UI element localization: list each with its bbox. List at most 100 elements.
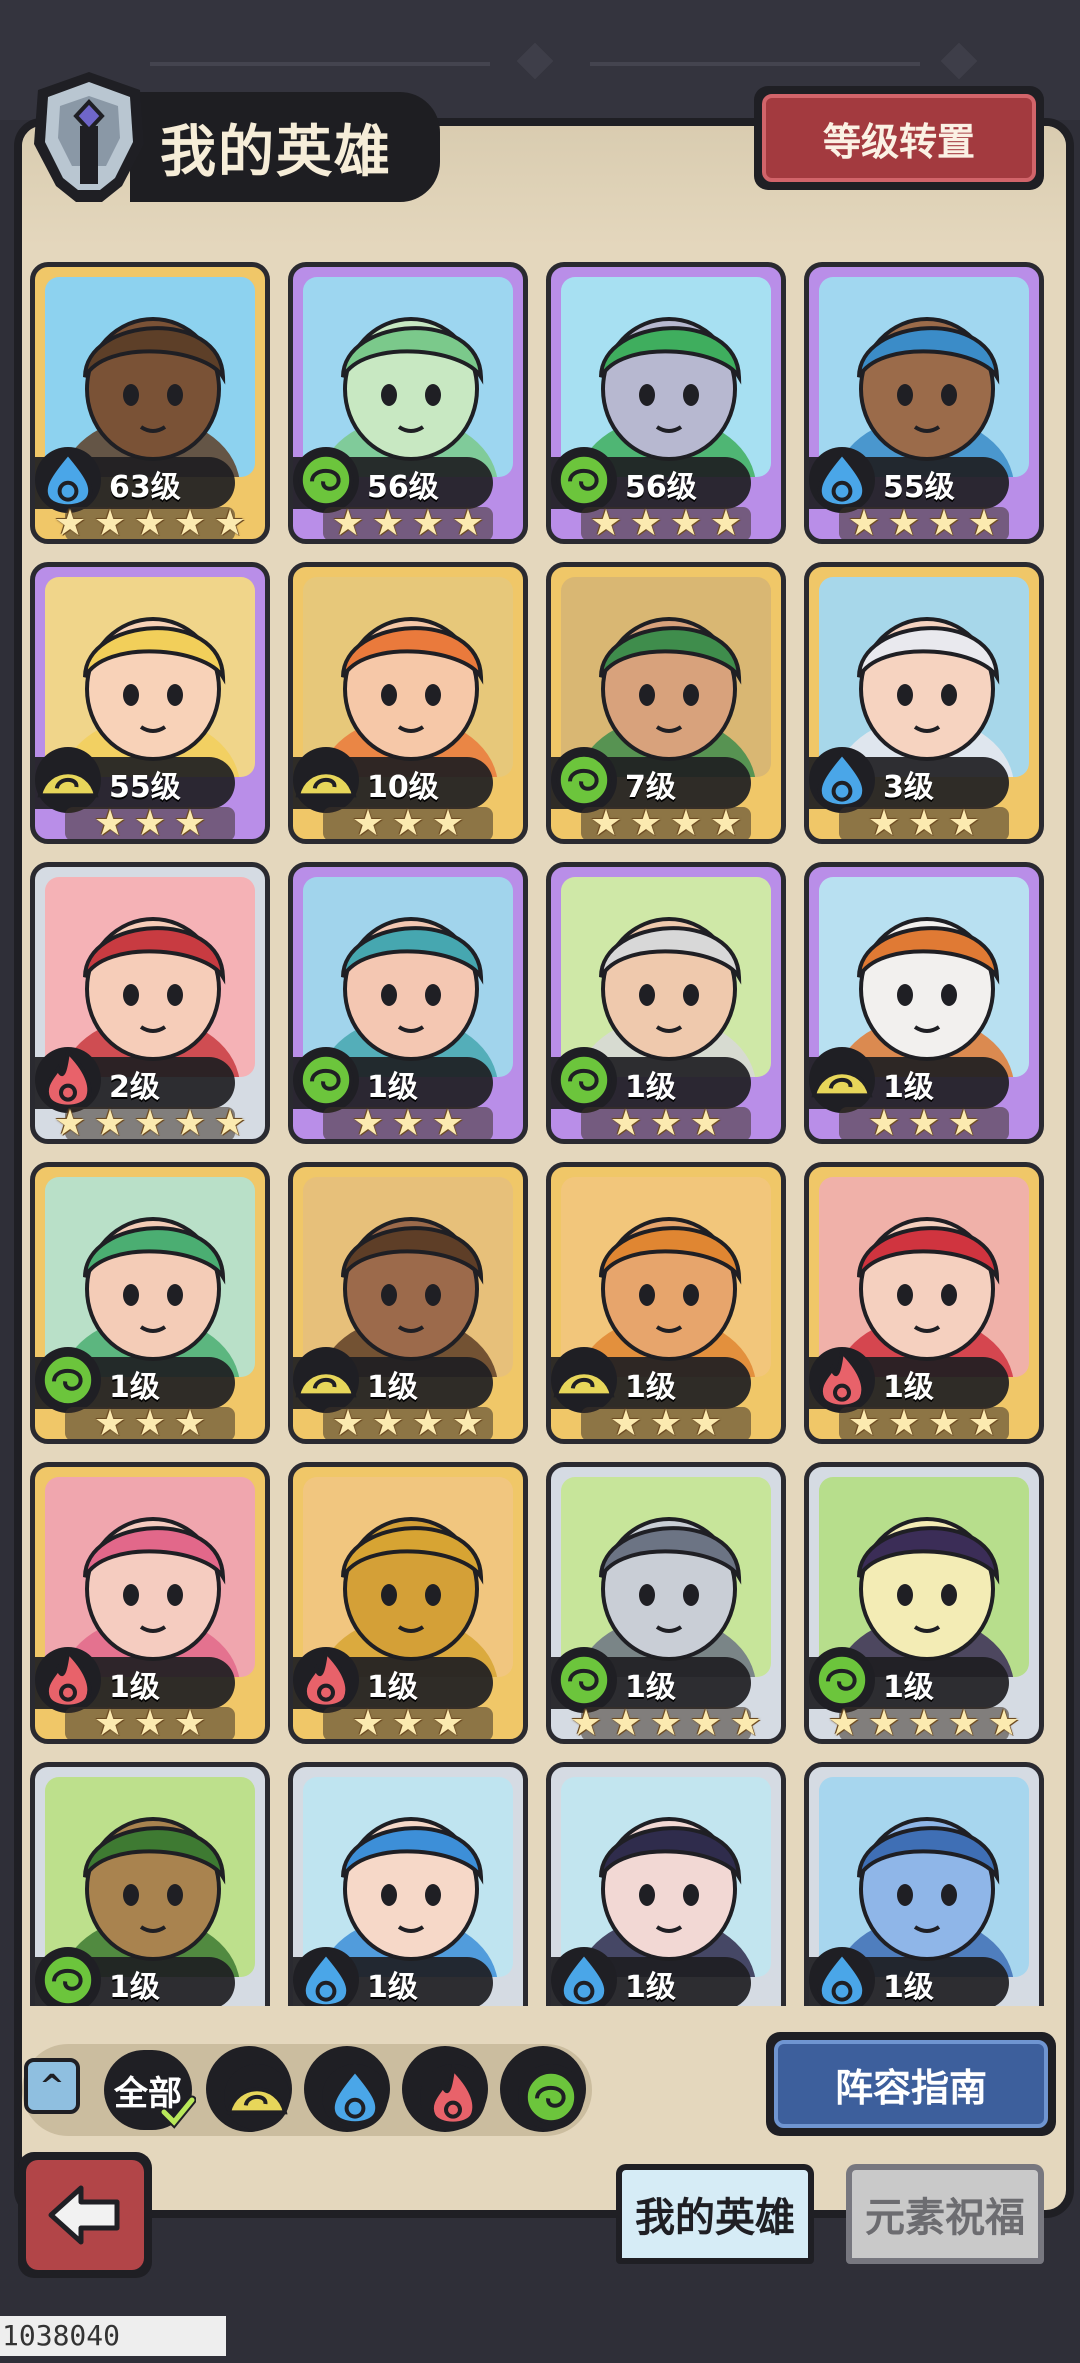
tab-my-heroes[interactable]: 我的英雄 xyxy=(616,2164,814,2264)
star-icon: ★ xyxy=(351,803,385,844)
star-icon: ★ xyxy=(649,1103,683,1144)
level-reset-button[interactable]: 等级转置 xyxy=(754,86,1044,190)
hero-card[interactable]: 1级 ★ ★ ★ xyxy=(30,1162,270,1444)
star-icon: ★ xyxy=(689,1703,723,1744)
star-icon: ★ xyxy=(411,1403,445,1444)
hero-card[interactable]: 1级 ★ ★ ★ xyxy=(288,1462,528,1744)
star-icon: ★ xyxy=(887,503,921,544)
star-icon: ★ xyxy=(111,2005,149,2007)
hero-card[interactable]: 1级 ★ ★ ★ xyxy=(288,862,528,1144)
tab-element-blessing[interactable]: 元素祝福 xyxy=(846,2164,1044,2264)
star-rating: ★ ★ ★ ★ ★ xyxy=(35,1103,265,1144)
star-icon: ★ xyxy=(569,1703,603,1744)
hero-card[interactable]: 1级 ★ ★ ★ xyxy=(546,1162,786,1444)
star-icon: ★ xyxy=(707,2005,745,2007)
hero-card[interactable]: 3级 ★ ★ ★ xyxy=(804,562,1044,844)
star-icon: ★ xyxy=(391,1103,425,1144)
star-rating: ★★★★ xyxy=(551,505,781,540)
star-icon: ★ xyxy=(925,2005,963,2007)
star-icon: ★ xyxy=(907,803,941,844)
checkmark-icon xyxy=(160,2095,196,2129)
star-icon: ★ xyxy=(667,2005,705,2007)
hero-card[interactable]: 1级★★★★ xyxy=(30,1762,270,2006)
back-button[interactable] xyxy=(18,2152,152,2278)
star-icon: ★ xyxy=(907,1103,941,1144)
hero-level: 1级 xyxy=(625,1970,676,2005)
hero-card[interactable]: 55级 ★ ★ ★ xyxy=(30,562,270,844)
star-rating: ★ ★ ★ xyxy=(293,1103,523,1144)
hero-card[interactable]: 55级 ★ ★ ★ ★ xyxy=(804,262,1044,544)
hero-card[interactable]: 1级★★★★ xyxy=(804,1762,1044,2006)
star-icon: ★ xyxy=(93,503,127,544)
star-icon: ★ xyxy=(967,503,1001,544)
hero-level: 1级 xyxy=(883,1670,934,1705)
star-icon: ★ xyxy=(391,803,425,844)
hero-card[interactable]: 56级 ★ ★ ★ ★ xyxy=(546,262,786,544)
lineup-guide-button-face: 阵容指南 xyxy=(774,2040,1048,2128)
hero-card[interactable]: 7级 ★ ★ ★ ★ xyxy=(546,562,786,844)
hero-level: 1级 xyxy=(625,1670,676,1705)
helmet-emblem-icon xyxy=(22,66,156,208)
star-rating: ★★★★ xyxy=(809,503,1039,544)
hero-level: 1级 xyxy=(883,1370,934,1405)
star-icon: ★ xyxy=(53,1103,87,1144)
hero-card[interactable]: 1级★★★★ xyxy=(804,1162,1044,1444)
star-icon: ★ xyxy=(689,1403,723,1444)
filter-earth-button[interactable] xyxy=(206,2046,292,2132)
star-icon: ★ xyxy=(133,1703,167,1744)
hero-card[interactable]: 1级 ★ ★ ★ ★ ★ xyxy=(804,1462,1044,1744)
star-rating: ★★★★ xyxy=(293,2005,523,2007)
star-icon: ★ xyxy=(847,1403,881,1444)
hero-card[interactable]: 2级 ★ ★ ★ ★ ★ xyxy=(30,862,270,1144)
hero-level: 1级 xyxy=(109,1970,160,2005)
star-icon: ★ xyxy=(867,1703,901,1744)
star-rating: ★★★★ xyxy=(293,505,523,540)
hero-card[interactable]: 1级 ★ ★ ★ xyxy=(30,1462,270,1744)
hero-level: 1级 xyxy=(367,1370,418,1405)
hero-card[interactable]: 1级★★★★ xyxy=(546,1762,786,2006)
star-icon: ★ xyxy=(867,1103,901,1144)
hero-card[interactable]: 56级 ★ ★ ★ ★ xyxy=(288,262,528,544)
decor-line xyxy=(590,62,920,66)
hero-card[interactable]: 1级 ★ ★ ★ xyxy=(546,862,786,1144)
star-icon: ★ xyxy=(609,1403,643,1444)
star-icon: ★ xyxy=(451,1403,485,1444)
lineup-guide-button[interactable]: 阵容指南 xyxy=(766,2032,1056,2136)
hero-level: 1级 xyxy=(883,1970,934,2005)
star-rating: ★ ★ ★ xyxy=(809,1103,1039,1144)
debug-overlay: 1038040 17243a xyxy=(0,2316,226,2363)
filter-fire-button[interactable] xyxy=(402,2046,488,2132)
collapse-filter-button[interactable]: ^ xyxy=(24,2058,80,2114)
hero-card[interactable]: 10级 ★ ★ ★ xyxy=(288,562,528,844)
hero-level: 1级 xyxy=(625,1370,676,1405)
decor-diamond xyxy=(516,42,554,80)
hero-level: 1级 xyxy=(109,1370,160,1405)
filter-wind-button[interactable] xyxy=(500,2046,586,2132)
star-icon: ★ xyxy=(649,1703,683,1744)
hero-level: 55级 xyxy=(883,470,955,505)
hero-card[interactable]: 1级 ★ ★ ★ ★ ★ xyxy=(546,1462,786,1744)
star-rating: ★★★★ xyxy=(809,2005,1039,2007)
page-title-plate: 我的英雄 xyxy=(130,92,440,202)
hero-level: 1级 xyxy=(367,1970,418,2005)
hero-card[interactable]: 63级 ★ ★ ★ ★ ★ xyxy=(30,262,270,544)
star-icon: ★ xyxy=(173,1403,207,1444)
star-icon: ★ xyxy=(409,2005,447,2007)
star-icon: ★ xyxy=(331,1403,365,1444)
hero-level: 1级 xyxy=(367,1070,418,1105)
star-rating: ★ ★ ★ xyxy=(293,1705,523,1740)
hero-grid[interactable]: 63级 ★ ★ ★ ★ ★ 56级 ★ ★ ★ ★ 56级 ★ ★ ★ ★ 55… xyxy=(28,262,1052,2006)
hero-card[interactable]: 1级 ★ ★ ★ xyxy=(804,862,1044,1144)
star-icon: ★ xyxy=(669,803,703,844)
star-icon: ★ xyxy=(729,1703,763,1744)
chevron-up-icon: ^ xyxy=(39,2068,65,2104)
star-rating: ★ ★ ★ xyxy=(551,1103,781,1144)
hero-card[interactable]: 1级★★★★ xyxy=(288,1162,528,1444)
star-rating: ★★★★ xyxy=(551,803,781,844)
star-icon: ★ xyxy=(947,1103,981,1144)
star-rating: ★★★★ xyxy=(35,2005,265,2007)
star-icon: ★ xyxy=(845,2005,883,2007)
page-title: 我的英雄 xyxy=(160,119,392,185)
hero-card[interactable]: 1级★★★★ xyxy=(288,1762,528,2006)
filter-water-button[interactable] xyxy=(304,2046,390,2132)
